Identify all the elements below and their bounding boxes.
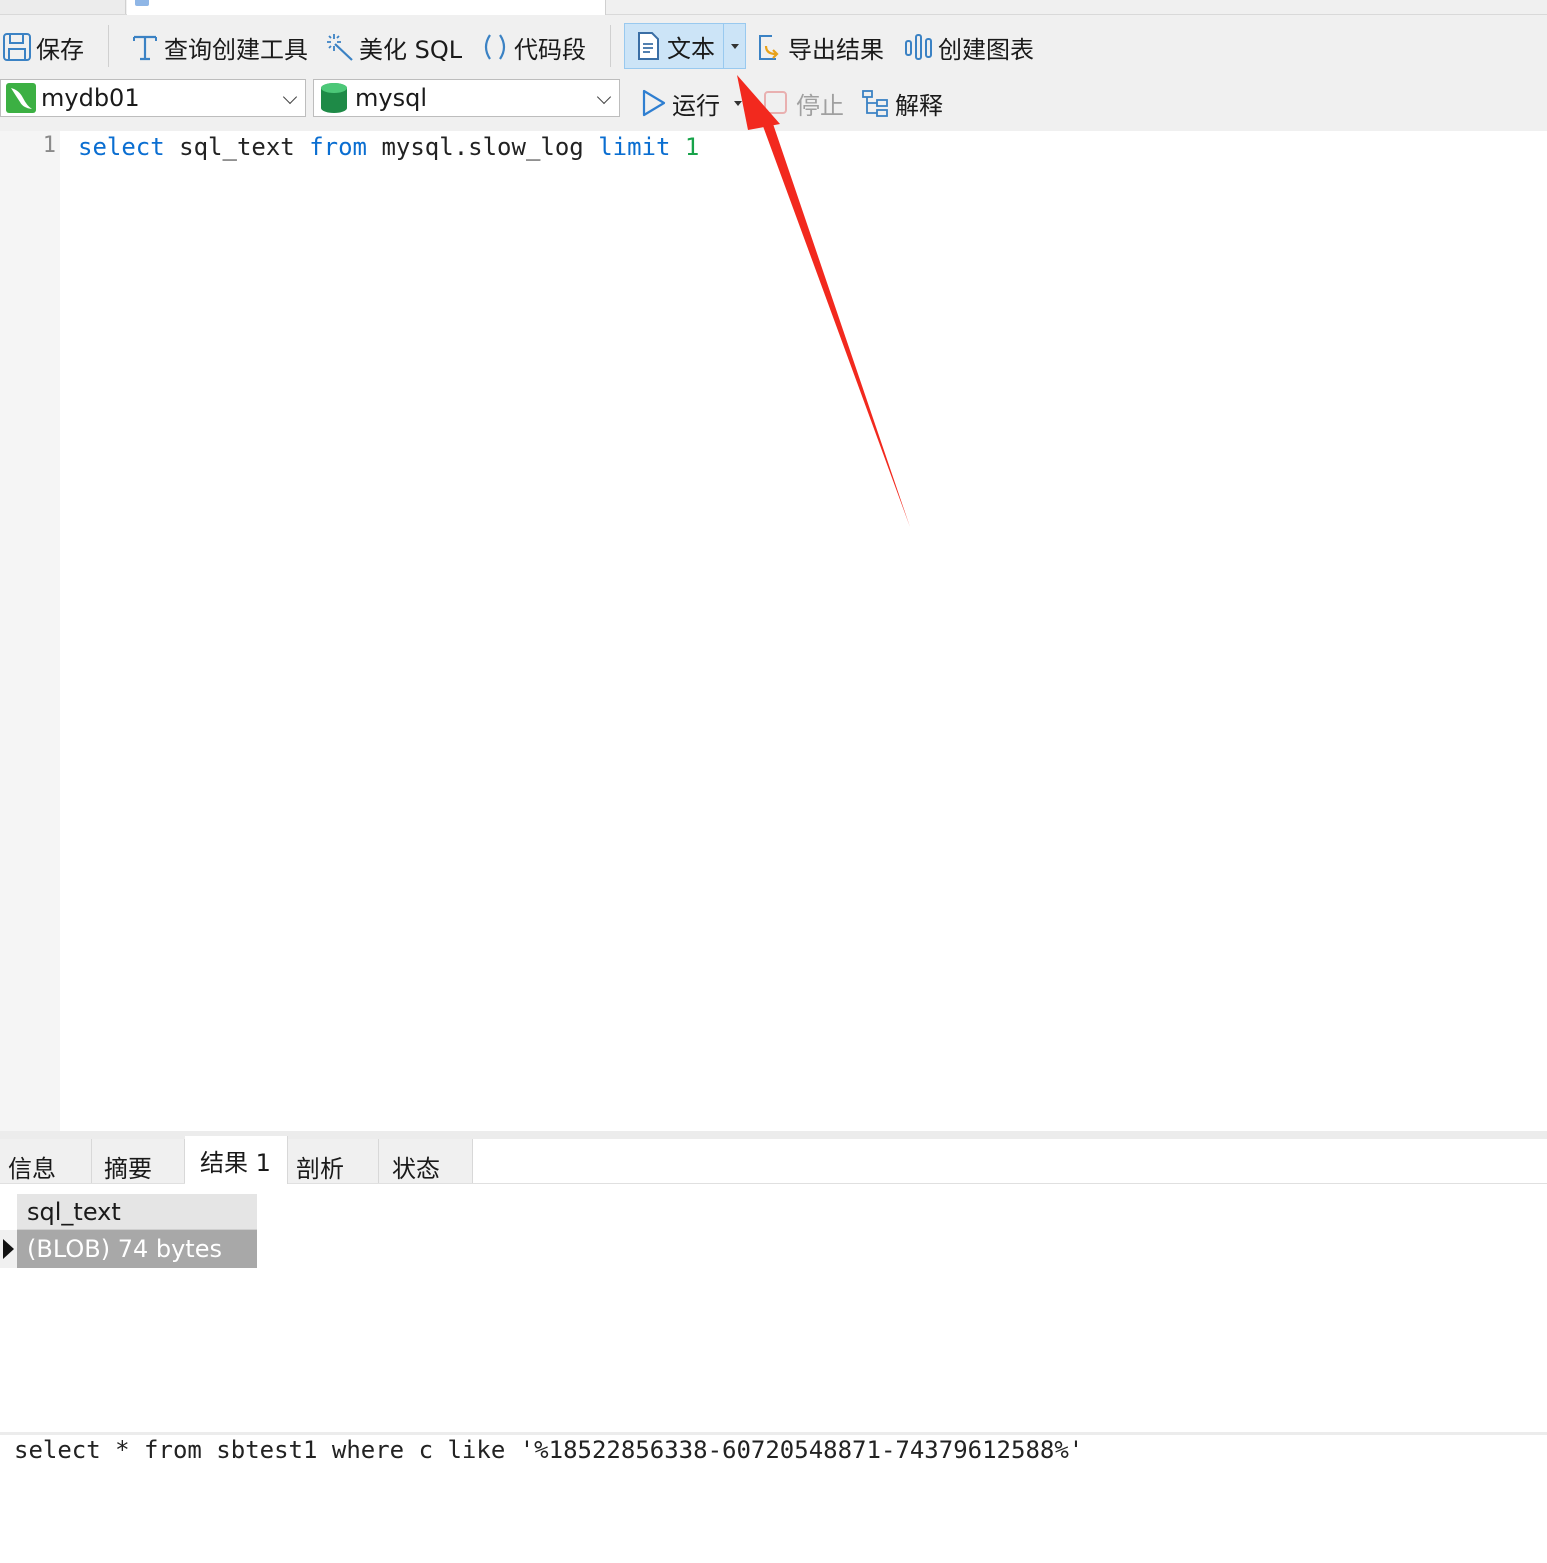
beautify-sql-button[interactable]: 美化 SQL: [325, 25, 462, 69]
run-dropdown-caret-icon[interactable]: [734, 100, 742, 106]
query-builder-icon: [130, 32, 160, 62]
text-mode-button[interactable]: 文本: [624, 23, 746, 69]
query-builder-button[interactable]: 查询创建工具: [130, 25, 308, 69]
tab-result-1[interactable]: 结果 1: [185, 1136, 288, 1184]
viewer-splitter[interactable]: [0, 1432, 1547, 1435]
tab-info[interactable]: 信息: [0, 1139, 92, 1183]
database-value: mysql: [355, 84, 427, 112]
sql-editor[interactable]: 1 select sql_text from mysql.slow_log li…: [0, 131, 1547, 1131]
keyword-from: from: [309, 133, 367, 161]
explain-button[interactable]: 解释: [861, 81, 943, 125]
export-icon: [754, 32, 784, 62]
save-button[interactable]: 保存: [2, 25, 84, 69]
database-cylinder-icon: [319, 82, 349, 114]
tab-profile[interactable]: 剖析: [288, 1139, 379, 1183]
explain-tree-icon: [861, 88, 891, 118]
current-row-arrow-icon: [3, 1239, 14, 1259]
code-snippet-button[interactable]: 代码段: [480, 25, 586, 69]
text-mode-label: 文本: [667, 34, 715, 63]
query-builder-label: 查询创建工具: [164, 35, 308, 64]
play-icon: [638, 88, 668, 118]
column-header-sql-text[interactable]: sql_text: [17, 1194, 257, 1230]
text-mode-main[interactable]: 文本: [633, 24, 715, 68]
document-tab-strip: [0, 0, 1547, 15]
stop-square-icon: [762, 88, 792, 118]
query-tab-icon: [135, 0, 149, 6]
code-line[interactable]: select sql_text from mysql.slow_log limi…: [78, 133, 699, 161]
database-select[interactable]: mysql: [313, 79, 620, 117]
chevron-down-icon: [596, 89, 612, 105]
chevron-down-icon: [282, 89, 298, 105]
beautify-sql-label: 美化 SQL: [359, 35, 463, 64]
line-number-gutter: 1: [0, 131, 60, 1131]
keyword-select: select: [78, 133, 165, 161]
text-document-icon: [633, 31, 663, 61]
connection-value: mydb01: [41, 84, 140, 112]
parentheses-icon: [480, 32, 510, 62]
save-icon: [2, 32, 32, 62]
chart-bars-icon: [904, 32, 934, 62]
magic-wand-icon: [325, 32, 355, 62]
document-tab-active[interactable]: [127, 0, 606, 15]
blob-viewer-text[interactable]: select * from sbtest1 where c like '%185…: [14, 1436, 1083, 1464]
line-number: 1: [42, 133, 56, 158]
query-toolbar: 保存 查询创建工具 美化 SQL 代码段 文本 导出结果 创建图表 mydb01…: [0, 15, 1547, 131]
connection-select[interactable]: mydb01: [0, 79, 306, 117]
document-tab[interactable]: [0, 0, 126, 14]
dropdown-caret-icon[interactable]: [731, 44, 739, 49]
tab-status[interactable]: 状态: [379, 1139, 473, 1183]
stop-button[interactable]: 停止: [762, 81, 844, 125]
result-cell[interactable]: (BLOB) 74 bytes: [17, 1230, 257, 1268]
export-result-label: 导出结果: [788, 35, 884, 64]
toolbar-separator: [108, 25, 109, 67]
export-result-button[interactable]: 导出结果: [754, 25, 884, 69]
create-chart-label: 创建图表: [938, 35, 1034, 64]
result-tab-bar: 信息 摘要 结果 1 剖析 状态: [0, 1136, 1547, 1184]
stop-label: 停止: [796, 91, 844, 120]
keyword-limit: limit: [598, 133, 671, 161]
tab-summary[interactable]: 摘要: [92, 1139, 185, 1183]
save-label: 保存: [36, 35, 84, 64]
column-token: sql_text: [164, 133, 310, 161]
split-divider: [723, 24, 724, 68]
explain-label: 解释: [895, 91, 943, 120]
run-button[interactable]: 运行: [638, 81, 742, 125]
mysql-dolphin-icon: [5, 82, 37, 114]
code-snippet-label: 代码段: [514, 35, 586, 64]
table-token: mysql.slow_log: [367, 133, 599, 161]
row-indicator[interactable]: [0, 1230, 17, 1268]
toolbar-separator: [610, 25, 611, 67]
run-label: 运行: [672, 91, 720, 120]
number-literal: 1: [684, 133, 700, 161]
create-chart-button[interactable]: 创建图表: [904, 25, 1034, 69]
